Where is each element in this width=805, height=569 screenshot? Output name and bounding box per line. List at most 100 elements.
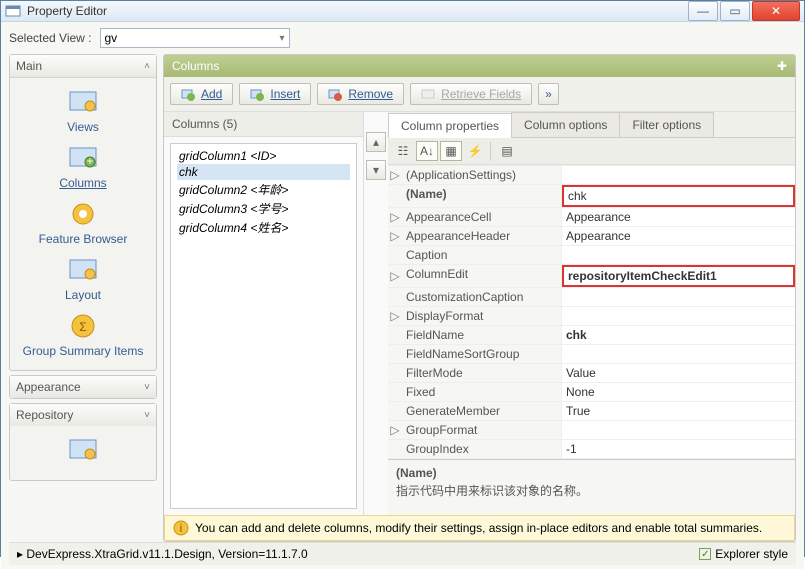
property-row[interactable]: FixedNone xyxy=(388,383,795,402)
columns-list[interactable]: gridColumn1 <ID>chkgridColumn2 <年龄>gridC… xyxy=(170,143,357,509)
property-row[interactable]: ▷ColumnEditrepositoryItemCheckEdit1 xyxy=(388,265,795,288)
expand-icon xyxy=(388,185,402,207)
events-icon[interactable]: ⚡ xyxy=(464,141,486,161)
property-value[interactable] xyxy=(562,288,795,306)
list-item[interactable]: chk xyxy=(177,164,350,180)
desc-name: (Name) xyxy=(396,466,787,480)
property-name: CustomizationCaption xyxy=(402,288,562,306)
expand-icon[interactable]: ▷ xyxy=(388,208,402,226)
list-item[interactable]: gridColumn1 <ID> xyxy=(177,148,350,164)
list-item[interactable]: gridColumn3 <学号> xyxy=(177,199,350,218)
categorized-icon[interactable]: ☷ xyxy=(392,141,414,161)
property-value[interactable]: chk xyxy=(562,326,795,344)
chevron-down-icon: ˅ xyxy=(144,382,150,393)
check-icon: ✓ xyxy=(699,548,711,560)
property-value[interactable]: Appearance xyxy=(562,227,795,245)
property-row[interactable]: GenerateMemberTrue xyxy=(388,402,795,421)
nav-head-repository[interactable]: Repository ˅ xyxy=(10,404,156,426)
minimize-button[interactable]: — xyxy=(688,1,718,21)
add-button[interactable]: Add xyxy=(170,83,233,105)
add-label: Add xyxy=(201,87,222,101)
expand-icon[interactable]: ▷ xyxy=(388,265,402,287)
list-item[interactable]: gridColumn4 <姓名> xyxy=(177,218,350,237)
nav-item-views-label: Views xyxy=(67,120,99,134)
expand-icon xyxy=(388,246,402,264)
property-row[interactable]: (Name)chk xyxy=(388,185,795,208)
nav-head-main[interactable]: Main ˄ xyxy=(10,55,156,78)
alphabetical-icon[interactable]: A↓ xyxy=(416,141,438,161)
tab-filter[interactable]: Filter options xyxy=(619,112,714,137)
property-row[interactable]: FieldNamechk xyxy=(388,326,795,345)
maximize-button[interactable]: ▭ xyxy=(720,1,750,21)
property-value[interactable]: True xyxy=(562,402,795,420)
property-value[interactable]: -1 xyxy=(562,440,795,458)
property-row[interactable]: Caption xyxy=(388,246,795,265)
nav-item-group-label: Group Summary Items xyxy=(23,344,144,358)
selected-view-value: gv xyxy=(105,31,118,45)
property-name: (Name) xyxy=(402,185,562,207)
property-value[interactable] xyxy=(562,166,795,184)
property-row[interactable]: FieldNameSortGroup xyxy=(388,345,795,364)
property-row[interactable]: GroupIndex-1 xyxy=(388,440,795,459)
svg-text:Σ: Σ xyxy=(79,320,86,334)
property-row[interactable]: ▷GroupFormat xyxy=(388,421,795,440)
property-value[interactable] xyxy=(562,246,795,264)
list-item[interactable]: gridColumn2 <年龄> xyxy=(177,180,350,199)
property-name: DisplayFormat xyxy=(402,307,562,325)
columns-list-panel: Columns (5) gridColumn1 <ID>chkgridColum… xyxy=(164,112,364,515)
property-pages-icon[interactable]: ▤ xyxy=(496,141,518,161)
property-name: Caption xyxy=(402,246,562,264)
property-row[interactable]: FilterModeValue xyxy=(388,364,795,383)
chevron-up-icon: ˄ xyxy=(144,61,150,72)
property-value[interactable]: chk xyxy=(562,185,795,207)
property-row[interactable]: ▷DisplayFormat xyxy=(388,307,795,326)
selected-view-dropdown[interactable]: gv ▾ xyxy=(100,28,290,48)
property-value[interactable]: Value xyxy=(562,364,795,382)
property-name: (ApplicationSettings) xyxy=(402,166,562,184)
window-title: Property Editor xyxy=(27,4,688,18)
nav-item-layout[interactable]: Layout xyxy=(61,252,105,304)
plus-icon[interactable]: ✚ xyxy=(777,59,787,73)
property-row[interactable]: ▷AppearanceHeaderAppearance xyxy=(388,227,795,246)
nav-item-group-summary[interactable]: Σ Group Summary Items xyxy=(19,308,148,360)
property-name: Fixed xyxy=(402,383,562,401)
insert-button[interactable]: Insert xyxy=(239,83,311,105)
property-value[interactable] xyxy=(562,345,795,363)
nav-head-appearance[interactable]: Appearance ˅ xyxy=(10,376,156,398)
expand-icon xyxy=(388,383,402,401)
retrieve-button[interactable]: Retrieve Fields xyxy=(410,83,532,105)
property-grid[interactable]: ▷(ApplicationSettings)(Name)chk▷Appearan… xyxy=(388,165,795,459)
more-button[interactable]: » xyxy=(538,83,559,105)
tab-options[interactable]: Column options xyxy=(511,112,620,137)
section-header: Columns ✚ xyxy=(164,55,795,77)
expand-icon[interactable]: ▷ xyxy=(388,166,402,184)
explorer-style-checkbox[interactable]: ✓ Explorer style xyxy=(699,547,788,561)
nav-item-views[interactable]: Views xyxy=(63,84,103,136)
expand-icon[interactable]: ▷ xyxy=(388,227,402,245)
property-name: FieldNameSortGroup xyxy=(402,345,562,363)
move-down-button[interactable]: ▾ xyxy=(366,160,386,180)
close-button[interactable]: ✕ xyxy=(752,1,800,21)
expand-icon[interactable]: ▷ xyxy=(388,307,402,325)
move-up-button[interactable]: ▴ xyxy=(366,132,386,152)
remove-label: Remove xyxy=(348,87,393,101)
property-value[interactable]: None xyxy=(562,383,795,401)
property-value[interactable]: Appearance xyxy=(562,208,795,226)
nav-item-columns-label: Columns xyxy=(59,176,106,190)
property-value[interactable] xyxy=(562,307,795,325)
property-value[interactable]: repositoryItemCheckEdit1 xyxy=(562,265,795,287)
tab-properties[interactable]: Column properties xyxy=(388,113,512,138)
repository-icon xyxy=(67,434,99,466)
insert-label: Insert xyxy=(270,87,300,101)
property-row[interactable]: CustomizationCaption xyxy=(388,288,795,307)
properties-icon[interactable]: ▦ xyxy=(440,141,462,161)
nav-item-repository-editor[interactable] xyxy=(63,432,103,470)
property-name: ColumnEdit xyxy=(402,265,562,287)
property-value[interactable] xyxy=(562,421,795,439)
property-row[interactable]: ▷AppearanceCellAppearance xyxy=(388,208,795,227)
property-row[interactable]: ▷(ApplicationSettings) xyxy=(388,166,795,185)
expand-icon[interactable]: ▷ xyxy=(388,421,402,439)
nav-item-columns[interactable]: + Columns xyxy=(55,140,110,192)
remove-button[interactable]: Remove xyxy=(317,83,404,105)
nav-item-feature-browser[interactable]: Feature Browser xyxy=(35,196,132,248)
